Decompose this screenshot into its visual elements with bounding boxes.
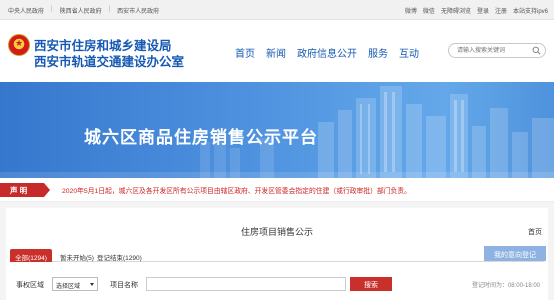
platform-title: 城六区商品住房销售公示平台 xyxy=(84,128,318,148)
tab-registration-ended[interactable]: 登记结束(1290) xyxy=(97,249,142,262)
gov-links: 中央人民政府 | 陕西省人民政府 | 西安市人民政府 xyxy=(8,6,166,15)
register-link[interactable]: 注册 xyxy=(495,6,507,15)
project-name-label: 项目名称 xyxy=(110,282,138,289)
ipv6-note: 本站支持ipv6 xyxy=(512,9,548,15)
my-registration-button[interactable]: 我的意向登记 xyxy=(484,246,546,261)
area-select[interactable]: 选择区域 xyxy=(52,277,98,291)
top-bar: 中央人民政府 | 陕西省人民政府 | 西安市人民政府 微博 微信 无障碍浏览 登… xyxy=(0,0,554,20)
search-icon[interactable] xyxy=(532,46,541,55)
accessibility-link[interactable]: 无障碍浏览 xyxy=(441,6,471,15)
tool-links: 微博 微信 无障碍浏览 登录 注册 本站支持ipv6 xyxy=(399,6,548,15)
nav-item-home[interactable]: 首页 xyxy=(235,45,255,60)
section-title: 住房项目销售公示 xyxy=(240,227,313,237)
project-name-input[interactable] xyxy=(146,277,346,291)
filter-bar: 事权区域 选择区域 项目名称 搜索 登记时间为：08:00-18:00 xyxy=(10,276,544,292)
main-nav: 首页 新闻 政府信息公开 服务 互动 xyxy=(235,45,430,60)
banner: 城六区商品住房销售公示平台 xyxy=(0,82,554,178)
status-tabs: 全部(1294) 暂未开始(5) 登记结束(1290) xyxy=(10,249,544,262)
gov-link-xian[interactable]: 西安市人民政府 xyxy=(117,6,159,15)
tab-all[interactable]: 全部(1294) xyxy=(10,249,52,262)
home-link[interactable]: 首页 xyxy=(528,227,542,237)
area-select-value: 选择区域 xyxy=(56,284,81,290)
page-root: 中央人民政府 | 陕西省人民政府 | 西安市人民政府 微博 微信 无障碍浏览 登… xyxy=(0,0,554,300)
notice-text: 2020年5月1日起，城六区及各开发区所有公示项目由辖区政府、开发区管委会指定的… xyxy=(62,188,411,195)
nav-item-interaction[interactable]: 互动 xyxy=(399,45,419,60)
org-name-line2: 西安市轨道交通建设办公室 xyxy=(34,54,185,69)
search-button[interactable]: 搜索 xyxy=(350,277,392,291)
national-emblem-icon xyxy=(8,34,30,56)
wechat-link[interactable]: 微信 xyxy=(423,6,435,15)
search-box xyxy=(448,43,546,58)
content-card: 住房项目销售公示 首页 全部(1294) 暂未开始(5) 登记结束(1290) … xyxy=(6,208,548,300)
notice-tag: 声 明 xyxy=(0,183,50,197)
chevron-down-icon xyxy=(90,283,94,286)
divider: | xyxy=(108,6,111,12)
nav-item-news[interactable]: 新闻 xyxy=(266,45,286,60)
gov-link-central[interactable]: 中央人民政府 xyxy=(8,6,44,15)
search-input[interactable] xyxy=(457,46,532,56)
notice-bar: 声 明 2020年5月1日起，城六区及各开发区所有公示项目由辖区政府、开发区管委… xyxy=(0,178,554,202)
nav-item-info-disclosure[interactable]: 政府信息公开 xyxy=(297,45,357,60)
gov-link-shaanxi[interactable]: 陕西省人民政府 xyxy=(60,6,102,15)
notice-tag-label: 声 明 xyxy=(10,186,28,195)
nav-item-service[interactable]: 服务 xyxy=(368,45,388,60)
site-header: 西安市住房和城乡建设局 西安市轨道交通建设办公室 首页 新闻 政府信息公开 服务… xyxy=(0,20,554,82)
divider: | xyxy=(51,6,53,12)
weibo-link[interactable]: 微博 xyxy=(405,6,417,15)
login-link[interactable]: 登录 xyxy=(477,6,489,15)
area-label: 事权区域 xyxy=(16,282,44,289)
tab-not-started[interactable]: 暂未开始(5) xyxy=(60,249,94,262)
registration-hours: 登记时间为：08:00-18:00 xyxy=(471,283,540,289)
